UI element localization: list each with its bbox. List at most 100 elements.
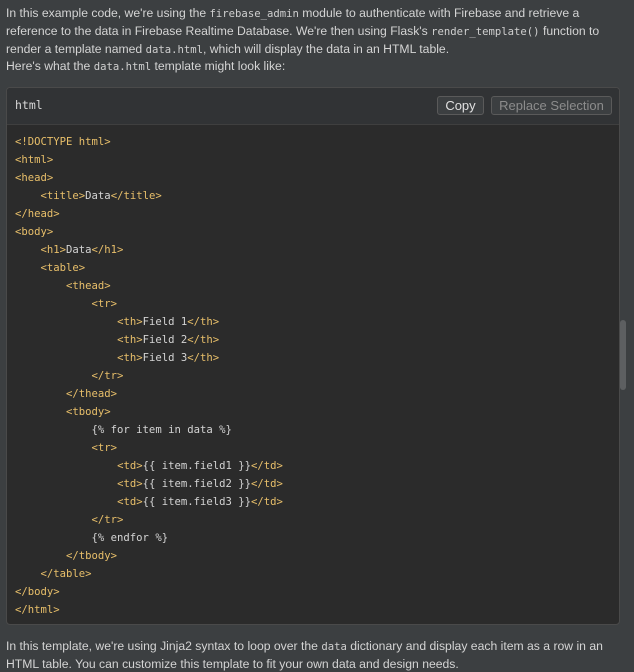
code-line: <th>Field 1</th> (15, 313, 619, 331)
chat-response: In this example code, we're using the fi… (0, 0, 634, 672)
copy-button[interactable]: Copy (437, 96, 484, 115)
code-tag: <th> (117, 316, 143, 328)
inline-code: firebase_admin (209, 8, 299, 20)
code-tag: <table> (40, 262, 86, 274)
code-line: {% endfor %} (15, 529, 619, 547)
code-tag: <!DOCTYPE html> (15, 136, 111, 148)
inline-code: data.html (93, 61, 152, 73)
code-tag: </td> (251, 496, 283, 508)
code-line: <h1>Data</h1> (15, 241, 619, 259)
code-line: <tr> (15, 439, 619, 457)
code-line: <html> (15, 151, 619, 169)
code-line: <!DOCTYPE html> (15, 133, 619, 151)
code-tag: <html> (15, 154, 54, 166)
code-tag: </tr> (91, 514, 124, 526)
code-tag: </tbody> (66, 550, 118, 562)
code-text: Field 1 (142, 316, 188, 328)
inline-code: render_template() (431, 26, 540, 38)
code-line: </body> (15, 583, 619, 601)
replace-selection-button[interactable]: Replace Selection (491, 96, 612, 115)
outro-text: In this template, we're using Jinja2 syn… (6, 639, 322, 653)
code-line: <body> (15, 223, 619, 241)
code-line: <td>{{ item.field2 }}</td> (15, 475, 619, 493)
code-tag: <td> (117, 496, 143, 508)
code-line: </head> (15, 205, 619, 223)
code-tag: <td> (117, 478, 143, 490)
code-tag: </tr> (91, 370, 124, 382)
lead-text: template might look like: (151, 59, 286, 73)
code-tag: <h1> (40, 244, 67, 256)
code-tag: <body> (15, 226, 54, 238)
code-line: <tr> (15, 295, 619, 313)
code-tag: <th> (117, 352, 143, 364)
inline-code: data.html (145, 44, 203, 56)
code-line: {% for item in data %} (15, 421, 619, 439)
code-text: Field 2 (142, 334, 188, 346)
code-tag: </head> (15, 208, 60, 220)
code-line: <head> (15, 169, 619, 187)
code-text: {{ item.field2 }} (142, 478, 252, 490)
code-line: </thead> (15, 385, 619, 403)
code-line: <th>Field 3</th> (15, 349, 619, 367)
code-tag: </th> (187, 334, 220, 346)
code-text: Data (85, 190, 111, 202)
code-line: </tbody> (15, 547, 619, 565)
code-line: <td>{{ item.field1 }}</td> (15, 457, 619, 475)
code-content[interactable]: <!DOCTYPE html> <html> <head> <title>Data<… (15, 133, 619, 619)
code-tag: </thead> (66, 388, 118, 400)
code-tag: </title> (110, 190, 162, 202)
code-line: <td>{{ item.field3 }}</td> (15, 493, 619, 511)
code-tag: <th> (117, 334, 143, 346)
code-tag: </td> (251, 460, 283, 472)
code-language-label: html (15, 98, 43, 112)
code-text: Field 3 (142, 352, 188, 364)
code-tag: <tr> (91, 298, 118, 310)
code-tag: </table> (40, 568, 92, 580)
code-tag: </body> (15, 586, 60, 598)
code-line: <table> (15, 259, 619, 277)
code-tag: </th> (187, 316, 220, 328)
code-line: <tbody> (15, 403, 619, 421)
code-tag: <head> (15, 172, 54, 184)
code-text: {{ item.field1 }} (142, 460, 252, 472)
outro-paragraph: In this template, we're using Jinja2 syn… (6, 638, 616, 672)
code-block: html Copy Replace Selection <!DOCTYPE ht… (6, 87, 620, 625)
inline-code: data (321, 641, 347, 653)
code-line: </tr> (15, 511, 619, 529)
intro-text: In this example code, we're using the (6, 6, 210, 20)
code-tag: <td> (117, 460, 143, 472)
code-tag: </th> (187, 352, 220, 364)
code-tag: </h1> (91, 244, 124, 256)
code-text: {% for item in data %} (15, 424, 232, 436)
code-tag: <title> (40, 190, 86, 202)
code-block-header: html Copy Replace Selection (7, 88, 619, 125)
code-tag: <thead> (66, 280, 111, 292)
code-text: {% endfor %} (15, 532, 169, 544)
code-line: </html> (15, 601, 619, 619)
code-line: <title>Data</title> (15, 187, 619, 205)
code-line: </tr> (15, 367, 619, 385)
code-tag: <tbody> (66, 406, 111, 418)
code-line: <th>Field 2</th> (15, 331, 619, 349)
lead-text: Here's what the (6, 59, 94, 73)
intro-text: , which will display the data in an HTML… (202, 42, 450, 56)
intro-paragraph: In this example code, we're using the fi… (6, 5, 616, 59)
scrollbar-thumb[interactable] (620, 320, 626, 390)
